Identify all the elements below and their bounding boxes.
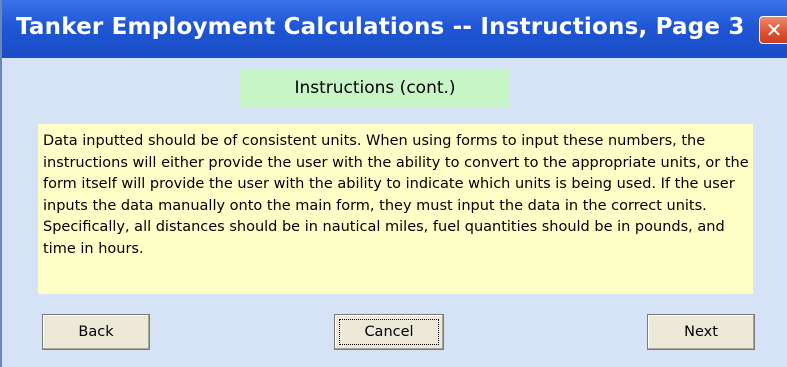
next-button-label: Next — [684, 324, 718, 340]
title-bar[interactable]: Tanker Employment Calculations -- Instru… — [2, 0, 787, 58]
close-icon: ✕ — [765, 18, 783, 42]
cancel-button[interactable]: Cancel — [334, 314, 444, 350]
close-button[interactable]: ✕ — [759, 16, 787, 44]
back-button-label: Back — [78, 324, 114, 340]
focus-rectangle — [339, 319, 439, 345]
instructions-heading-box: Instructions (cont.) — [240, 69, 510, 107]
instructions-text: Data inputted should be of consistent un… — [38, 124, 753, 294]
next-button[interactable]: Next — [647, 314, 755, 350]
window-title: Tanker Employment Calculations -- Instru… — [16, 14, 745, 40]
dialog-body: Instructions (cont.) Data inputted shoul… — [2, 58, 787, 367]
back-button[interactable]: Back — [42, 314, 150, 350]
instructions-heading: Instructions (cont.) — [294, 78, 456, 98]
dialog-window: Tanker Employment Calculations -- Instru… — [0, 0, 787, 367]
